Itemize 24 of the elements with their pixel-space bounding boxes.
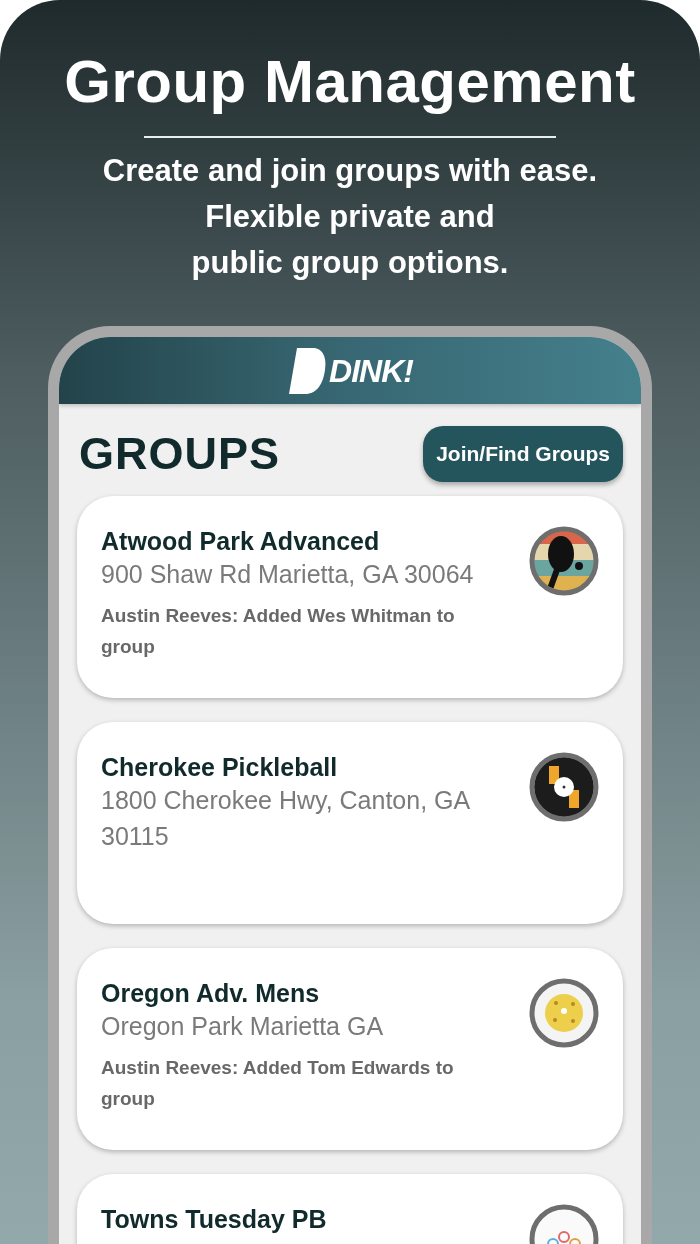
group-address: 900 Shaw Rd Marietta, GA 30064	[101, 558, 475, 590]
paddle-icon	[529, 525, 599, 596]
group-card[interactable]: Atwood Park Advanced 900 Shaw Rd Marietta, GA 30064 Austin Reeves: Added Wes Whitman to group	[77, 495, 623, 698]
group-card[interactable]: Towns Tuesday PB	[77, 1173, 623, 1244]
subtitle-line: public group options.	[191, 244, 509, 282]
group-activity: Austin Reeves: Added Wes Whitman to group	[101, 603, 456, 659]
group-name: Atwood Park Advanced	[101, 525, 381, 556]
subtitle-line: Flexible private and	[205, 198, 495, 236]
group-card[interactable]: Oregon Adv. Mens Oregon Park Marietta GA Austin Reeves: Added Tom Edwards to group	[77, 947, 623, 1150]
group-card[interactable]: Cherokee Pickleball 1800 Cherokee Hwy, Canton, GA 30115	[77, 721, 623, 924]
subtitle-line: Create and join groups with ease.	[102, 152, 598, 190]
logo-icon	[287, 345, 328, 396]
group-name: Towns Tuesday PB	[101, 1203, 328, 1234]
group-address: 1800 Cherokee Hwy, Canton, GA 30115	[101, 784, 471, 852]
ball-icon	[529, 977, 599, 1048]
join-find-button[interactable]: Join/Find Groups	[423, 426, 623, 482]
app-logo: DINK!	[329, 351, 413, 391]
ball-icon	[529, 751, 599, 822]
group-name: Oregon Adv. Mens	[101, 977, 321, 1008]
headline: Group Management	[63, 47, 637, 112]
group-name: Cherokee Pickleball	[101, 751, 339, 782]
page-title: GROUPS	[79, 426, 281, 481]
group-address: Oregon Park Marietta GA	[101, 1010, 385, 1042]
group-activity: Austin Reeves: Added Tom Edwards to group	[101, 1055, 455, 1111]
